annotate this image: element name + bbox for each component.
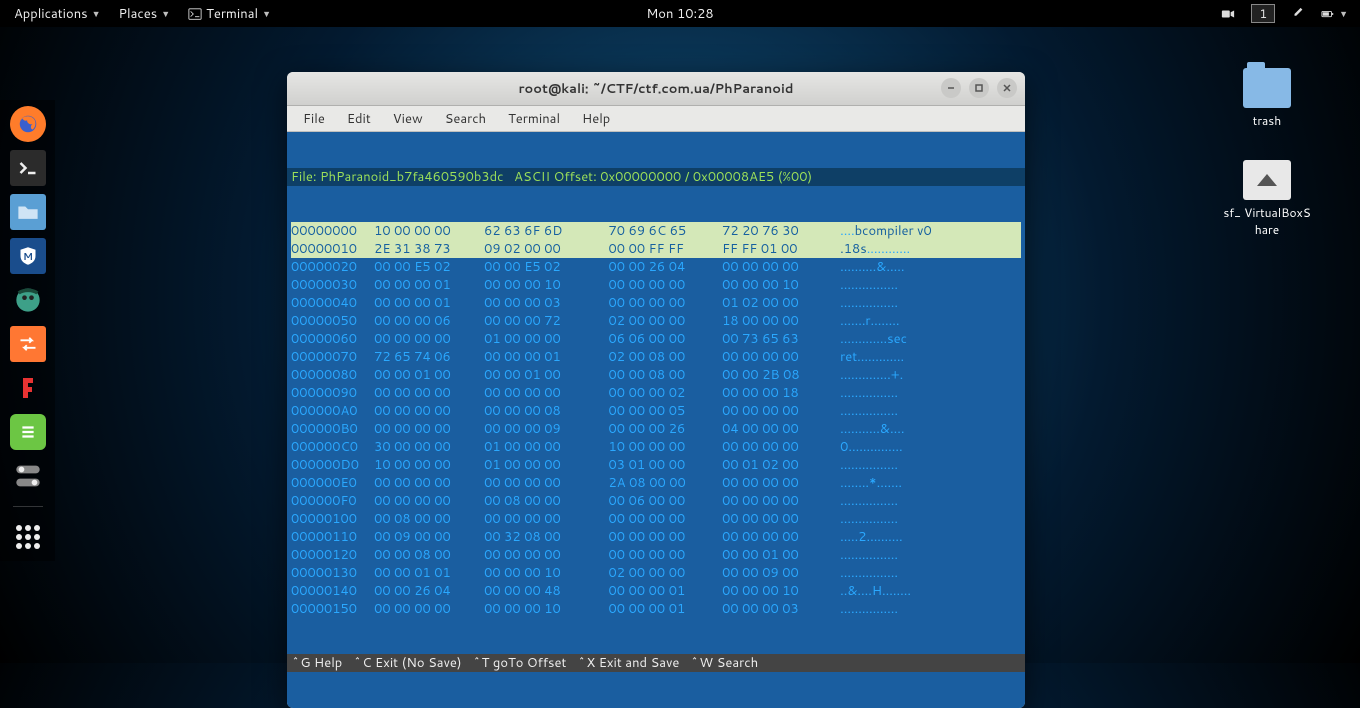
folder-icon bbox=[1243, 68, 1291, 108]
terminal-menu-label: Terminal bbox=[206, 5, 258, 23]
hexedit-dump: 00000000 10 00 00 00 62 63 6F 6D 70 69 6… bbox=[287, 222, 1025, 618]
folder-icon bbox=[17, 201, 39, 223]
hex-row: 00000070 72 65 74 06 00 00 00 01 02 00 0… bbox=[291, 348, 1021, 366]
hex-row: 00000100 00 08 00 00 00 00 00 00 00 00 0… bbox=[291, 510, 1021, 528]
terminal-window: root@kali: ~/CTF/ctf.com.ua/PhParanoid F… bbox=[287, 72, 1025, 708]
dock-show-apps[interactable] bbox=[10, 519, 46, 555]
desktop-shared-folder[interactable]: sf_ VirtualBoxS hare bbox=[1222, 160, 1312, 238]
hex-row: 00000000 10 00 00 00 62 63 6F 6D 70 69 6… bbox=[291, 222, 1021, 240]
dock-separator bbox=[13, 506, 43, 507]
shield-m-icon: M bbox=[18, 246, 38, 266]
terminal-menubar: File Edit View Search Terminal Help bbox=[287, 106, 1025, 132]
workspace-indicator[interactable]: 1 bbox=[1251, 4, 1275, 23]
notes-icon bbox=[19, 423, 37, 441]
trash-label: trash bbox=[1222, 112, 1312, 129]
applications-menu[interactable]: Applications▼ bbox=[14, 5, 101, 23]
menu-edit[interactable]: Edit bbox=[337, 107, 381, 131]
hex-row: 00000080 00 00 01 00 00 00 01 00 00 00 0… bbox=[291, 366, 1021, 384]
battery-icon bbox=[1321, 7, 1335, 21]
places-label: Places bbox=[119, 5, 158, 23]
dock-faraday[interactable] bbox=[10, 370, 46, 406]
dock-tweaks[interactable] bbox=[10, 458, 46, 494]
hex-row: 00000020 00 00 E5 02 00 00 E5 02 00 00 2… bbox=[291, 258, 1021, 276]
dock-terminal[interactable] bbox=[10, 150, 46, 186]
window-title: root@kali: ~/CTF/ctf.com.ua/PhParanoid bbox=[519, 80, 794, 98]
terminal-menu[interactable]: Terminal▼ bbox=[188, 5, 271, 23]
hex-row: 00000060 00 00 00 00 01 00 00 00 06 06 0… bbox=[291, 330, 1021, 348]
places-menu[interactable]: Places▼ bbox=[119, 5, 171, 23]
apps-grid-icon bbox=[16, 525, 40, 549]
dash-dock: M bbox=[0, 100, 55, 561]
hex-row: 00000040 00 00 00 01 00 00 00 03 00 00 0… bbox=[291, 294, 1021, 312]
menu-file[interactable]: File bbox=[293, 107, 335, 131]
letter-f-icon bbox=[20, 376, 36, 400]
window-close-button[interactable] bbox=[997, 78, 1017, 98]
hex-row: 000000F0 00 00 00 00 00 08 00 00 00 06 0… bbox=[291, 492, 1021, 510]
window-titlebar[interactable]: root@kali: ~/CTF/ctf.com.ua/PhParanoid bbox=[287, 72, 1025, 106]
dock-files[interactable] bbox=[10, 194, 46, 230]
desktop-trash[interactable]: trash bbox=[1222, 68, 1312, 129]
svg-text:M: M bbox=[23, 250, 33, 264]
hex-row: 00000140 00 00 26 04 00 00 00 48 00 00 0… bbox=[291, 582, 1021, 600]
hex-row: 000000E0 00 00 00 00 00 00 00 00 2A 08 0… bbox=[291, 474, 1021, 492]
menu-help[interactable]: Help bbox=[572, 107, 620, 131]
hex-row: 000000D0 10 00 00 00 01 00 00 00 03 01 0… bbox=[291, 456, 1021, 474]
share-label: sf_ VirtualBoxS hare bbox=[1222, 204, 1312, 238]
hexedit-status-line: File: PhParanoid_b7fa460590b3dc ASCII Of… bbox=[287, 168, 1025, 186]
dock-burp[interactable] bbox=[10, 326, 46, 362]
terminal-content[interactable]: File: PhParanoid_b7fa460590b3dc ASCII Of… bbox=[287, 132, 1025, 708]
system-menu[interactable]: ▼ bbox=[1321, 7, 1348, 21]
hex-row: 00000010 2E 31 38 73 09 02 00 00 00 00 F… bbox=[291, 240, 1021, 258]
firefox-icon bbox=[17, 113, 39, 135]
menu-terminal[interactable]: Terminal bbox=[498, 107, 570, 131]
face-icon bbox=[14, 286, 42, 314]
hex-row: 00000120 00 00 08 00 00 00 00 00 00 00 0… bbox=[291, 546, 1021, 564]
clock[interactable]: Mon 10:28 bbox=[646, 5, 713, 23]
dock-notes[interactable] bbox=[10, 414, 46, 450]
hex-row: 00000090 00 00 00 00 00 00 00 00 00 00 0… bbox=[291, 384, 1021, 402]
switches-icon bbox=[15, 463, 41, 489]
hex-row: 00000030 00 00 00 01 00 00 00 10 00 00 0… bbox=[291, 276, 1021, 294]
hexedit-help-bar: ^G Help ^C Exit (No Save) ^T goTo Offset… bbox=[287, 654, 1025, 672]
dock-armitage[interactable] bbox=[10, 282, 46, 318]
dropper-icon[interactable] bbox=[1291, 7, 1305, 21]
terminal-icon bbox=[188, 7, 202, 21]
dock-firefox[interactable] bbox=[10, 106, 46, 142]
dock-metasploit[interactable]: M bbox=[10, 238, 46, 274]
hex-row: 000000B0 00 00 00 00 00 00 00 09 00 00 0… bbox=[291, 420, 1021, 438]
hex-row: 00000150 00 00 00 00 00 00 00 10 00 00 0… bbox=[291, 600, 1021, 618]
gnome-topbar: Applications▼ Places▼ Terminal▼ Mon 10:2… bbox=[0, 0, 1360, 27]
workspace-number: 1 bbox=[1259, 5, 1267, 22]
swap-icon bbox=[18, 334, 38, 354]
maximize-icon bbox=[974, 83, 984, 93]
hex-row: 00000110 00 09 00 00 00 32 08 00 00 00 0… bbox=[291, 528, 1021, 546]
clock-label: Mon 10:28 bbox=[646, 5, 713, 23]
terminal-icon bbox=[18, 158, 38, 178]
hex-row: 00000050 00 00 00 06 00 00 00 72 02 00 0… bbox=[291, 312, 1021, 330]
menu-search[interactable]: Search bbox=[435, 107, 496, 131]
hex-row: 000000C0 30 00 00 00 01 00 00 00 10 00 0… bbox=[291, 438, 1021, 456]
close-icon bbox=[1002, 83, 1012, 93]
hex-row: 000000A0 00 00 00 00 00 00 00 08 00 00 0… bbox=[291, 402, 1021, 420]
record-icon[interactable] bbox=[1221, 7, 1235, 21]
menu-view[interactable]: View bbox=[383, 107, 433, 131]
applications-label: Applications bbox=[14, 5, 88, 23]
window-minimize-button[interactable] bbox=[941, 78, 961, 98]
eject-icon bbox=[1243, 160, 1291, 200]
window-maximize-button[interactable] bbox=[969, 78, 989, 98]
minimize-icon bbox=[946, 83, 956, 93]
hex-row: 00000130 00 00 01 01 00 00 00 10 02 00 0… bbox=[291, 564, 1021, 582]
